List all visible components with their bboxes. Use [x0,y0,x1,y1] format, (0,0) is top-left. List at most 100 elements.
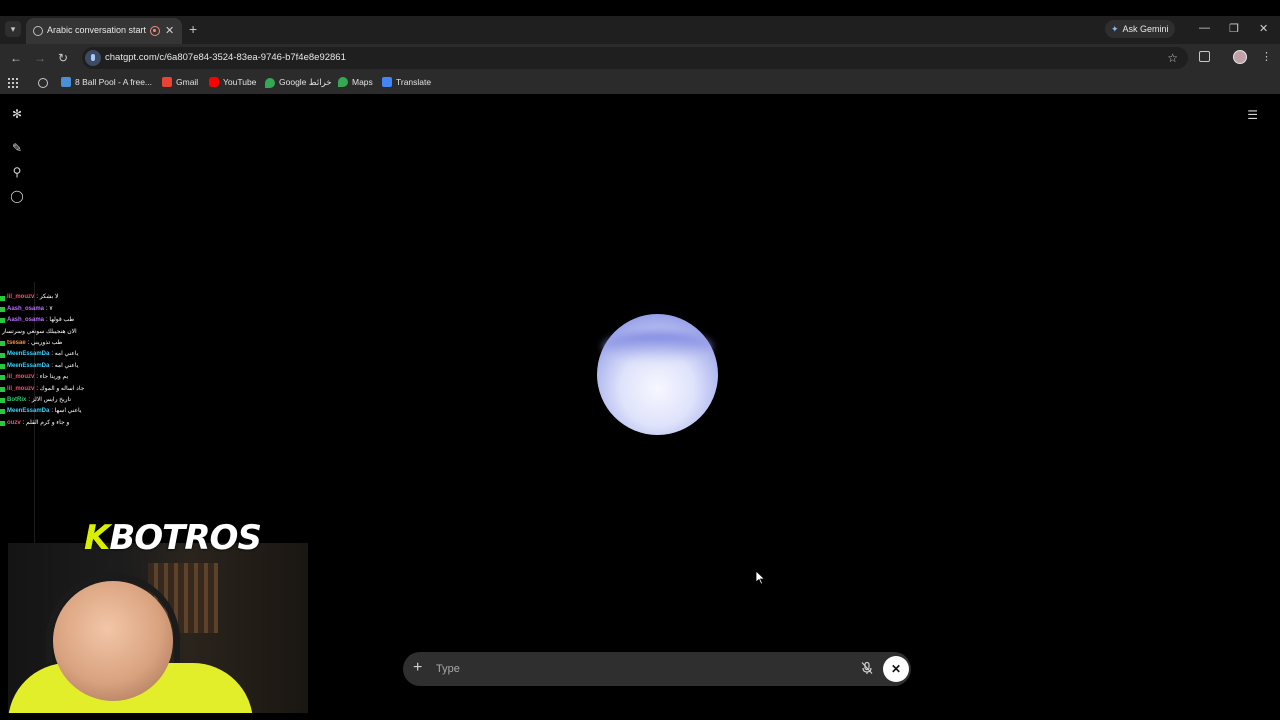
voice-settings-icon[interactable]: ☰ [1247,108,1258,122]
bookmarks-bar: 8 Ball Pool - A free... Gmail YouTube Go… [0,72,1280,94]
chat-text: : ياعني اسها [51,408,82,415]
gmail-icon [162,77,172,87]
bookmark-youtube[interactable]: YouTube [209,77,256,87]
forward-icon[interactable]: → [34,51,46,65]
restore-icon[interactable]: ❐ [1229,22,1239,35]
chat-message [0,281,110,292]
profile-avatar[interactable] [1233,50,1247,64]
add-attachment-icon[interactable]: + [413,659,422,677]
bookmark-label: Gmail [176,77,199,87]
webcam-feed [8,543,308,713]
chat-badge-icon [0,409,5,415]
bookmark-label: Maps [352,77,373,87]
message-input[interactable] [436,660,796,678]
chat-text: : لا بشكر [36,294,59,301]
openai-logo-icon[interactable]: ✻ [10,107,24,121]
chat-bubble-icon[interactable]: ◯ [10,189,24,203]
chat-badge-icon [0,352,5,358]
minimize-icon[interactable]: — [1199,22,1210,34]
chat-message: lil_mouzv: يم وريتا جاء [0,372,110,383]
chat-message: الان هنجيبلك سونغي وسرتسار [0,327,110,338]
bookmark-gmail[interactable]: Gmail [162,77,198,87]
search-icon[interactable]: ⚲ [10,165,24,179]
end-voice-button[interactable]: ✕ [883,656,909,682]
url-text: chatgpt.com/c/6a807e84-3524-83ea-9746-b7… [105,52,346,63]
chat-message: Aash_osama: طب قولها [0,315,110,326]
chrome-web-icon[interactable] [38,78,48,88]
chat-badge-icon [0,341,5,347]
bookmark-translate[interactable]: Translate [382,77,431,87]
chat-username: tsesae [7,339,26,346]
browser-toolbar: ← → ↻ chatgpt.com/c/6a807e84-3524-83ea-9… [0,44,1280,72]
extensions-icon[interactable] [1199,51,1210,62]
8ball-icon [61,77,71,87]
tab-strip: ▾ Arabic conversation start ✕ + ✦ Ask Ge… [0,16,1280,44]
bookmark-label: Google خرائط [279,77,332,87]
chat-badge-icon [0,318,5,324]
chat-text: : جاد اساله و الموك [36,385,85,392]
new-chat-icon[interactable]: ✎ [10,141,24,155]
maps-icon [265,77,275,88]
chat-username: MeenEssamDa [7,408,50,415]
chat-message: Aash_osama: ٧ [0,304,110,315]
chat-badge-icon [0,420,5,426]
gemini-sparkle-icon: ✦ [1111,23,1119,34]
browser-tab[interactable]: Arabic conversation start ✕ [26,18,182,44]
chat-message: ouzv: و جاء و كرم القلم [0,418,110,427]
mic-off-icon[interactable] [860,661,874,675]
chat-badge-icon [0,375,5,381]
chat-message: BotRix: تاريخ رايس الالز [0,395,110,406]
chat-username: lil_mouzv [7,374,35,381]
close-window-icon[interactable]: ✕ [1259,22,1268,35]
youtube-icon [209,77,219,87]
tab-title: Arabic conversation start [47,25,147,35]
chat-text: : طب قولها [46,317,75,324]
chat-text: : طب تذوريني [27,339,63,346]
logo-name: BOTROS [109,518,262,558]
bookmark-google-maps-ar[interactable]: Google خرائط [265,77,332,88]
chat-username: lil_mouzv [7,294,35,301]
bookmark-label: Translate [396,77,432,87]
chat-text: الان هنجيبلك سونغي وسرتسار [2,328,77,335]
tab-search-dropdown-icon[interactable]: ▾ [5,21,21,37]
chat-text: : يم وريتا جاء [36,374,69,381]
screen: ▾ Arabic conversation start ✕ + ✦ Ask Ge… [0,0,1280,720]
tab-favicon-icon [33,26,43,36]
chat-text: : ياعني امه [51,351,79,358]
reload-icon[interactable]: ↻ [58,51,68,65]
chat-message: lil_mouzv: لا بشكر [0,292,110,303]
bookmark-label: YouTube [223,77,257,87]
site-info-mic-icon[interactable] [85,50,101,66]
new-tab-button[interactable]: + [189,21,197,37]
chat-username: Aash_osama [7,305,45,312]
maps-icon [338,77,348,87]
chat-username: MeenEssamDa [7,362,50,369]
chat-username: ouzv [7,419,21,426]
browser-menu-icon[interactable]: ⋮ [1261,50,1272,63]
voice-orb [597,314,718,435]
chat-badge-icon [0,295,5,301]
bookmark-maps[interactable]: Maps [338,77,373,87]
chat-badge-icon [0,363,5,369]
chat-badge-icon [0,386,5,392]
chat-message: MeenEssamDa: ياعني امه [0,361,110,372]
chat-username: MeenEssamDa [7,351,50,358]
chat-message: MeenEssamDa: ياعني اسها [0,406,110,417]
chat-message: tsesae: طب تذوريني [0,338,110,349]
bookmark-star-icon[interactable]: ☆ [1167,51,1178,65]
chat-text: : و جاء و كرم القلم [22,419,70,426]
recording-indicator-icon [150,26,160,36]
chat-username: Aash_osama [7,317,45,324]
ask-gemini-button[interactable]: ✦ Ask Gemini [1105,20,1175,38]
bookmark-8ball-pool[interactable]: 8 Ball Pool - A free... [61,77,152,87]
bookmark-label: 8 Ball Pool - A free... [75,77,153,87]
chat-text: : ياعني امه [51,362,79,369]
back-icon[interactable]: ← [10,51,22,65]
apps-grid-icon[interactable] [8,78,18,88]
address-bar[interactable]: chatgpt.com/c/6a807e84-3524-83ea-9746-b7… [82,47,1188,69]
tab-close-icon[interactable]: ✕ [165,24,174,37]
translate-icon [382,77,392,87]
chat-message: MeenEssamDa: ياعني امه [0,349,110,360]
voice-composer: + ✕ [403,652,911,686]
ask-gemini-label: Ask Gemini [1122,24,1169,34]
